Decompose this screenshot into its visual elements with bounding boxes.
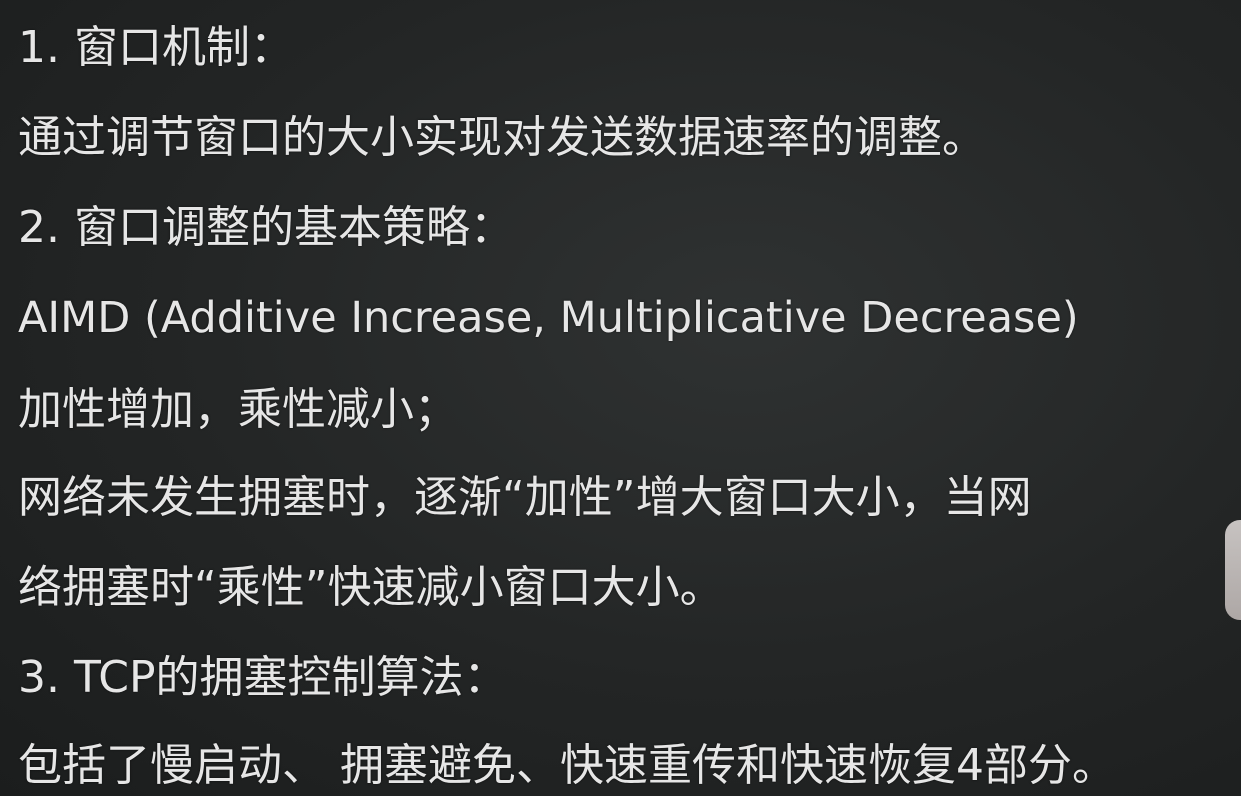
text-strategy-detail-2: 络拥塞时“乘性”快速减小窗口大小。 <box>18 562 724 613</box>
slide-content: 1. 窗口机制： 通过调节窗口的大小实现对发送数据速率的调整。 2. 窗口调整的… <box>0 0 1241 796</box>
text-window-mechanism: 通过调节窗口的大小实现对发送数据速率的调整。 <box>18 112 986 163</box>
text-strategy-detail-1: 网络未发生拥塞时，逐渐“加性”增大窗口大小，当网 <box>18 472 1032 523</box>
text-tcp-algorithm: 包括了慢启动、 拥塞避免、快速重传和快速恢复4部分。 <box>18 740 1116 791</box>
heading-window-strategy: 2. 窗口调整的基本策略： <box>18 202 514 253</box>
text-aimd-chinese: 加性增加，乘性减小； <box>18 384 458 435</box>
heading-window-mechanism: 1. 窗口机制： <box>18 22 294 73</box>
presenter-edge <box>1225 520 1241 620</box>
text-aimd: AIMD (Additive Increase, Multiplicative … <box>18 293 1079 343</box>
heading-tcp-algorithm: 3. TCP的拥塞控制算法： <box>18 652 508 703</box>
